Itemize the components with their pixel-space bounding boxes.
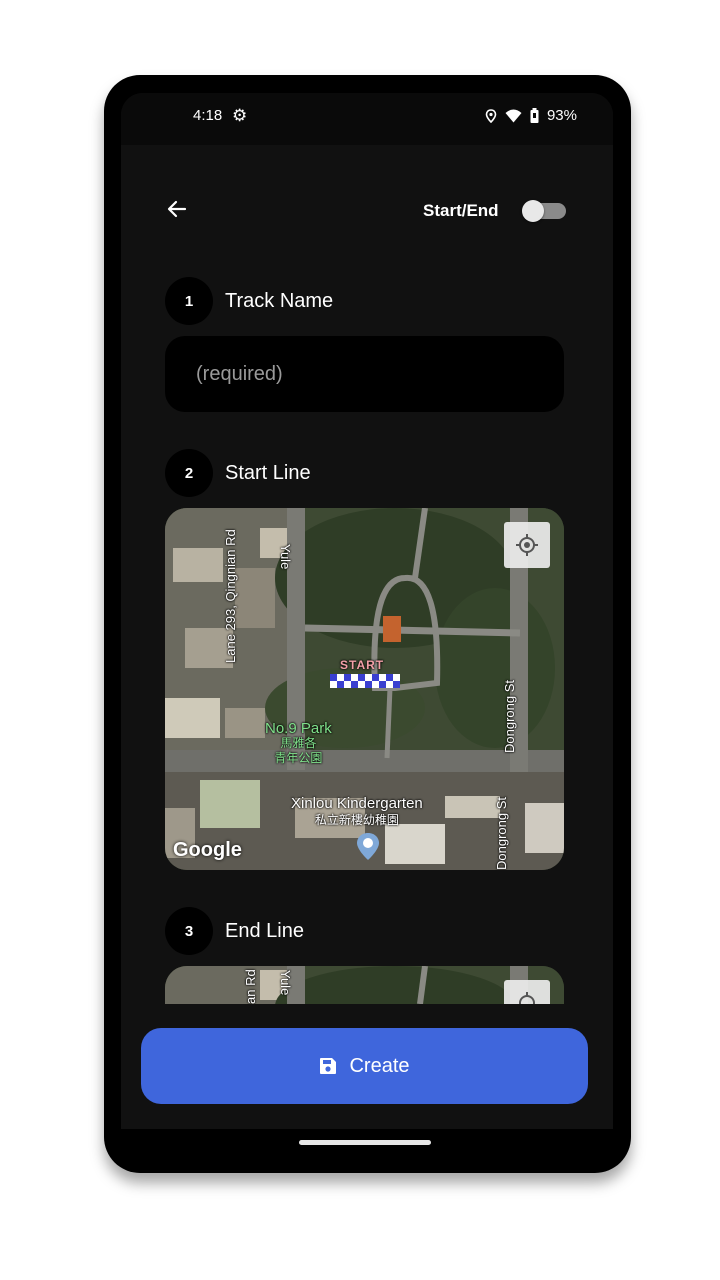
battery-icon	[530, 108, 539, 123]
park-name-zh: 馬雅各	[280, 736, 317, 750]
poi-name: Xinlou Kindergarten	[291, 795, 423, 812]
status-time: 4:18	[193, 107, 223, 124]
toggle-knob	[522, 200, 544, 222]
top-app-bar: Start/End	[121, 193, 613, 229]
my-location-icon	[519, 992, 535, 1004]
road-label: Yule	[278, 970, 293, 996]
park-name-zh2: 青年公園	[274, 751, 323, 765]
road-label: an Rd	[243, 969, 258, 1004]
create-button[interactable]: Create	[141, 1028, 588, 1104]
gesture-nav-bar	[121, 1129, 613, 1153]
poi-name-zh: 私立新樓幼稚園	[314, 813, 399, 827]
app-screen: 4:18 ⚙ 93% Start/End 1 Track Name (requi…	[121, 93, 613, 1129]
road-label: Dongrong St	[502, 680, 517, 753]
step-number-badge: 2	[165, 449, 213, 497]
location-icon	[485, 108, 497, 123]
step-track-name: 1 Track Name	[165, 277, 333, 325]
step-start-line: 2 Start Line	[165, 449, 311, 497]
park-label: No.9 Park 馬雅各 青年公園	[265, 721, 332, 766]
google-attribution: Google	[173, 839, 242, 861]
poi-label: Xinlou Kindergarten 私立新樓幼稚園	[291, 796, 423, 828]
home-indicator[interactable]	[299, 1140, 431, 1145]
step-label: Start Line	[225, 461, 311, 484]
start-line-marker	[330, 674, 400, 688]
start-end-label: Start/End	[423, 201, 499, 220]
wifi-icon	[505, 109, 522, 122]
end-line-map[interactable]: an Rd Yule	[165, 966, 564, 1004]
step-label: Track Name	[225, 289, 334, 312]
settings-gear-icon: ⚙	[232, 106, 248, 125]
step-number-badge: 1	[165, 277, 213, 325]
step-end-line: 3 End Line	[165, 907, 304, 955]
start-end-toggle[interactable]	[522, 200, 566, 222]
start-line-map[interactable]: Lane 293, Qingnian Rd Yule Dongrong St D…	[165, 508, 564, 870]
my-location-button[interactable]	[504, 522, 550, 568]
step-number-badge: 3	[165, 907, 213, 955]
my-location-icon	[516, 534, 538, 556]
arrow-left-icon[interactable]	[165, 197, 189, 221]
road-label: Dongrong St	[494, 797, 509, 870]
create-label: Create	[349, 1054, 410, 1077]
road-label: Lane 293, Qingnian Rd	[223, 529, 238, 663]
status-icons: 93%	[485, 107, 577, 124]
start-marker-label: START	[340, 658, 385, 672]
my-location-button[interactable]	[504, 980, 550, 1004]
save-icon	[320, 1058, 337, 1074]
track-name-input[interactable]	[165, 336, 564, 412]
status-bar: 4:18 ⚙ 93%	[121, 93, 613, 145]
park-name: No.9 Park	[265, 720, 332, 737]
road-label: Yule	[278, 544, 293, 570]
battery-level: 93%	[546, 107, 577, 124]
step-label: End Line	[225, 919, 304, 942]
